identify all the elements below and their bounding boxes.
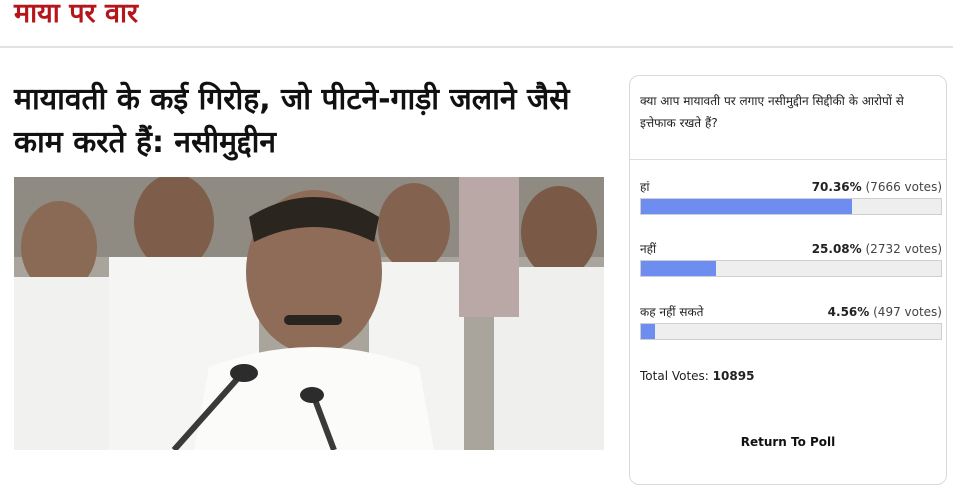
article-photo[interactable] xyxy=(14,177,604,450)
poll-result-fill xyxy=(641,261,717,276)
poll-option-yes: हां 70.36% (7666 votes) xyxy=(640,177,942,217)
article-headline[interactable]: मायावती के कई गिरोह, जो पीटने-गाड़ी जलान… xyxy=(14,78,604,164)
press-conference-image xyxy=(14,177,604,450)
poll-option-stats: 25.08% (2732 votes) xyxy=(812,239,942,259)
poll-option-votes: (497 votes) xyxy=(873,305,942,319)
poll-result-bar xyxy=(640,260,942,277)
poll-result-fill xyxy=(641,324,655,339)
poll-option-no: नहीं 25.08% (2732 votes) xyxy=(640,239,942,279)
poll-option-label: कह नहीं सकते xyxy=(640,305,704,319)
poll-option-stats: 70.36% (7666 votes) xyxy=(812,177,942,197)
poll-option-label: हां xyxy=(640,180,650,194)
poll-option-percent: 70.36% xyxy=(811,180,862,194)
poll-total-value: 10895 xyxy=(712,369,755,383)
poll-question: क्या आप मायावती पर लगाए नसीमुद्दीन सिद्द… xyxy=(640,94,904,130)
poll-total-label: Total Votes: xyxy=(640,369,709,383)
poll-option-percent: 4.56% xyxy=(827,305,870,319)
poll-total-votes: Total Votes: 10895 xyxy=(640,367,754,385)
poll-option-percent: 25.08% xyxy=(811,242,862,256)
poll-result-bar xyxy=(640,198,942,215)
opinion-poll: क्या आप मायावती पर लगाए नसीमुद्दीन सिद्द… xyxy=(629,75,947,485)
poll-option-stats: 4.56% (497 votes) xyxy=(828,302,942,322)
return-to-poll-button[interactable]: Return To Poll xyxy=(630,433,946,451)
section-divider xyxy=(0,46,953,48)
poll-result-bar xyxy=(640,323,942,340)
poll-divider xyxy=(630,159,946,160)
poll-option-label: नहीं xyxy=(640,242,657,256)
poll-option-votes: (7666 votes) xyxy=(865,180,943,194)
poll-result-fill xyxy=(641,199,853,214)
poll-option-votes: (2732 votes) xyxy=(865,242,943,256)
poll-option-cant-say: कह नहीं सकते 4.56% (497 votes) xyxy=(640,302,942,342)
section-title[interactable]: माया पर वार xyxy=(14,0,138,32)
